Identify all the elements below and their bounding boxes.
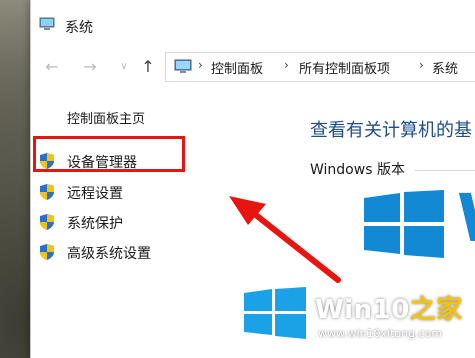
shield-icon: [40, 244, 54, 260]
sidebar-item-advanced-settings[interactable]: 高级系统设置: [39, 242, 199, 262]
page-heading: 查看有关计算机的基: [310, 120, 472, 141]
navigation-bar: ← → ∨ ↑ › 控制面板 › 所有控制面板项 › 系统: [31, 52, 475, 82]
breadcrumb-all-items[interactable]: 所有控制面板项: [299, 58, 390, 77]
sidebar-item-label: 远程设置: [67, 186, 123, 202]
shield-icon: [40, 184, 54, 200]
highlight-box: [33, 136, 185, 172]
arrow-right-icon[interactable]: →: [79, 56, 101, 78]
watermark-brand-name: Win10: [315, 295, 410, 325]
chevron-right-icon: ›: [284, 58, 289, 72]
watermark-url: www.win10xitong.com: [318, 327, 443, 340]
windows-wordmark: W: [457, 180, 475, 257]
breadcrumb-system[interactable]: 系统: [432, 58, 458, 77]
sidebar-item-remote-settings[interactable]: 远程设置: [39, 182, 199, 202]
windows-logo-icon: [364, 190, 444, 258]
sidebar-item-system-protection[interactable]: 系统保护: [39, 212, 199, 232]
chevron-right-icon: ›: [198, 58, 203, 72]
chevron-down-icon[interactable]: ∨: [113, 56, 135, 78]
chevron-right-icon: ›: [419, 58, 424, 72]
window-title: 系统: [65, 20, 93, 36]
shield-icon: [40, 214, 54, 230]
sidebar-item-label: 高级系统设置: [67, 246, 151, 262]
section-label: Windows 版本: [310, 162, 405, 178]
sidebar-home-link[interactable]: 控制面板主页: [67, 108, 145, 127]
control-panel-icon: [174, 59, 192, 73]
divider: [415, 170, 475, 171]
title-bar: 系统: [31, 0, 475, 44]
address-bar[interactable]: › 控制面板 › 所有控制面板项 › 系统: [165, 52, 475, 82]
watermark-windows-logo-icon: [244, 287, 306, 339]
computer-icon: [39, 17, 55, 30]
arrow-left-icon[interactable]: ←: [41, 56, 63, 78]
breadcrumb-control-panel[interactable]: 控制面板: [211, 58, 263, 77]
sidebar-item-label: 系统保护: [67, 216, 123, 232]
watermark-brand-suffix: 之家: [409, 295, 463, 325]
watermark-brand: Win10之家: [315, 289, 463, 326]
arrow-up-icon[interactable]: ↑: [137, 56, 159, 78]
